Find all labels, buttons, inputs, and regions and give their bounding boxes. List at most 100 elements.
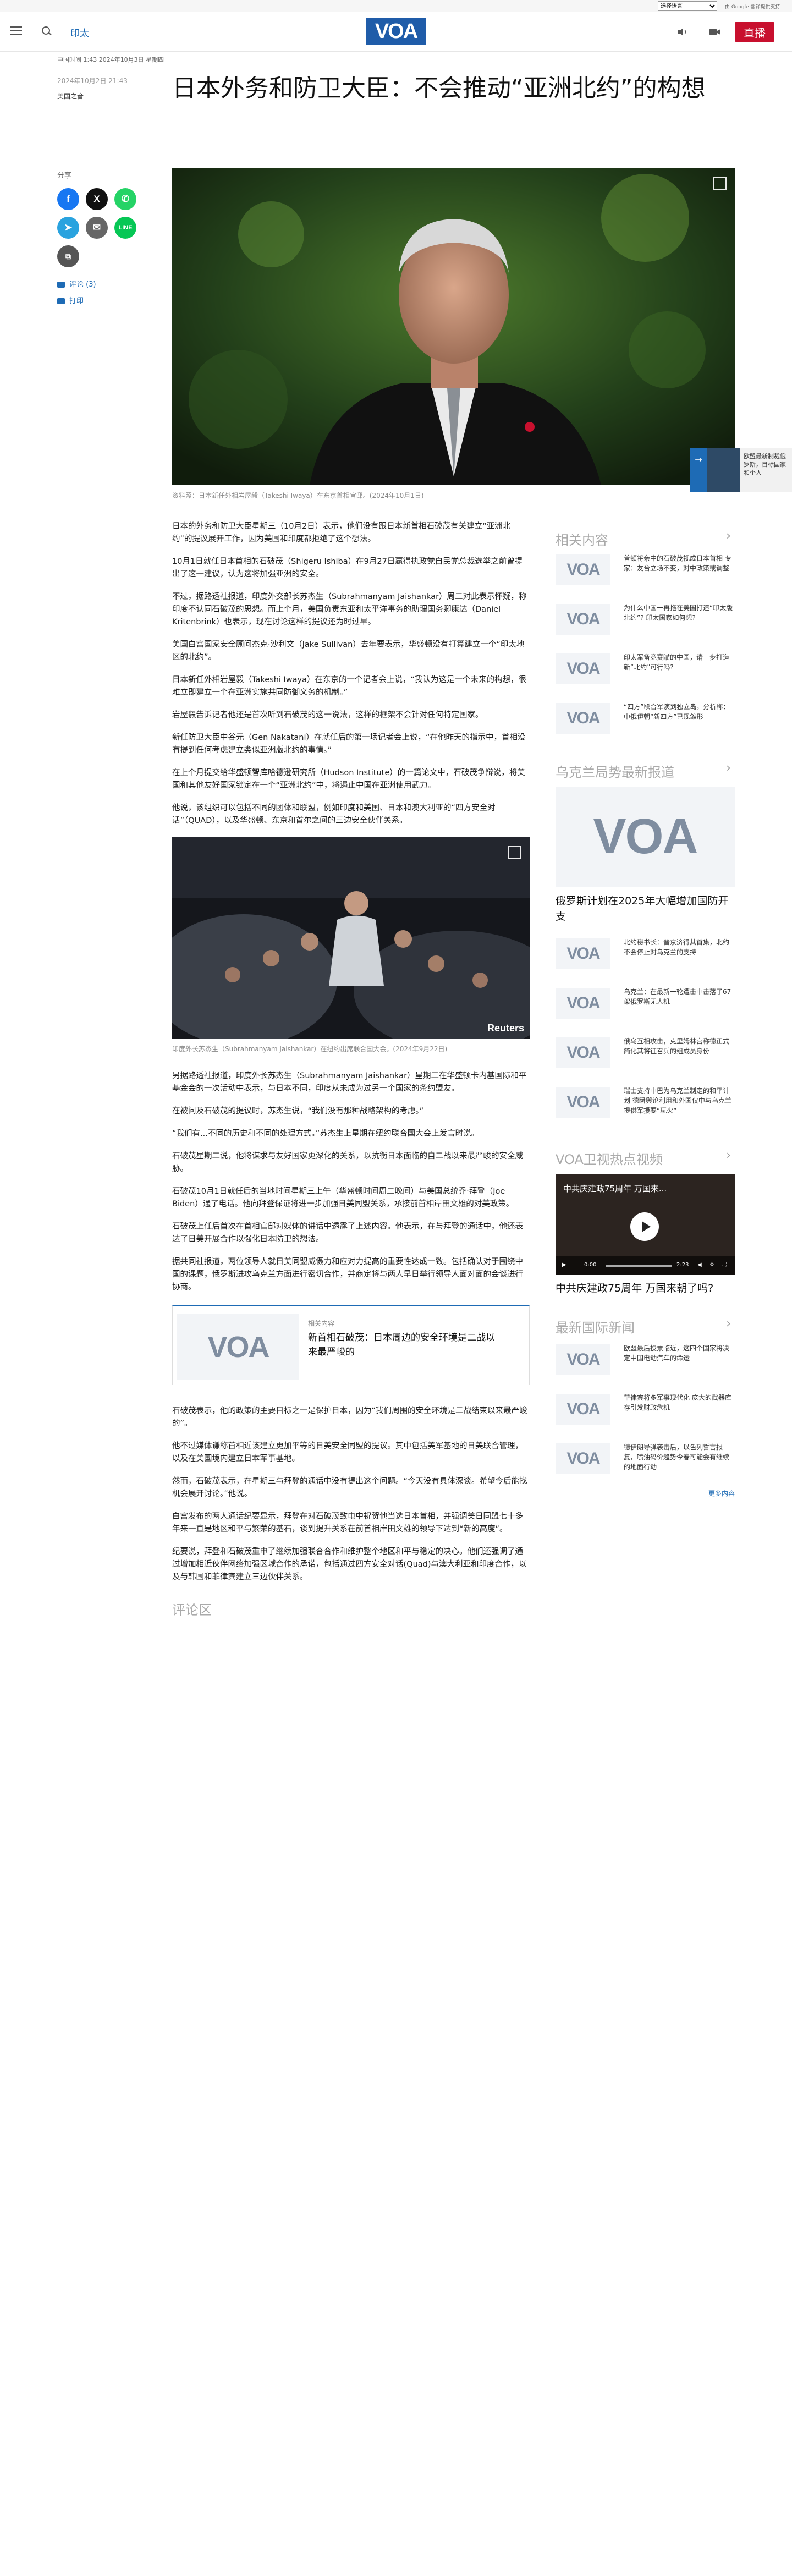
related-title[interactable]: 新首相石破茂：日本周边的安全环境是二战以来最严峻的 — [308, 1331, 501, 1359]
settings-icon[interactable]: ⚙ — [710, 1262, 714, 1268]
article-paragraph: 据共同社报道，两位领导人就日美同盟威慑力和应对力提高的重要性达成一致。包括确认对… — [172, 1257, 523, 1292]
line-icon[interactable]: LINE — [114, 217, 136, 239]
related-item[interactable]: VOA 普顿将亲中的石破茂视成日本首相 专家：友台立场不变，对中政策或调整 — [556, 551, 735, 592]
live-button[interactable]: 直播 — [735, 22, 774, 42]
more-link[interactable]: 更多内容 — [682, 1489, 735, 1498]
video-progress[interactable] — [606, 1265, 672, 1267]
ukraine-item-title: 俄乌互相攻击，克里姆林宫称德正式简化其将征召兵的组成员身份 — [624, 1037, 730, 1055]
pause-icon[interactable]: ▶ — [562, 1262, 566, 1268]
search-icon[interactable] — [42, 26, 52, 36]
intl-item[interactable]: VOA 德伊朗导弹袭击后，以色列誓言报复，喷油码价趋势今春可能会有继续的地面行动 — [556, 1440, 735, 1481]
intl-item[interactable]: VOA 欧盟最后投票临近，这四个国家将决定中国电动汽车的命运 — [556, 1341, 735, 1382]
video-overlay-title: 中共庆建政75周年 万国来... — [563, 1184, 667, 1194]
menu-icon[interactable] — [10, 26, 22, 35]
lead-photo[interactable] — [172, 168, 735, 485]
intl-item-title: 欧盟最后投票临近，这四个国家将决定中国电动汽车的命运 — [624, 1344, 730, 1362]
ukraine-section-title[interactable]: 乌克兰局势最新报道 › — [556, 761, 734, 781]
intl-item-title: 德伊朗导弹袭击后，以色列誓言报复，喷油码价趋势今春可能会有继续的地面行动 — [624, 1443, 730, 1471]
widget-text: 欧盟最新制裁俄罗斯，目标国家和个人 — [740, 448, 792, 492]
email-icon[interactable]: ✉ — [86, 217, 108, 239]
comments-link[interactable]: 评论 (3) — [57, 278, 96, 289]
voa-logo[interactable]: VOA — [366, 18, 426, 45]
article-paragraph: 美国白宫国家安全顾问杰克·沙利文（Jake Sullivan）去年要表示，华盛顿… — [172, 640, 525, 662]
widget-thumbnail — [707, 448, 740, 492]
related-item[interactable]: VOA “四方”联合军演到独立岛，分析称：中俄伊朝“新四方”已现雏形 — [556, 700, 735, 740]
article-author: 美国之音 — [57, 92, 84, 100]
ukraine-item[interactable]: VOA 俄乌互相攻击，克里姆林宫称德正式简化其将征召兵的组成员身份 — [556, 1034, 735, 1075]
article-title: 日本外务和防卫大臣：不会推动“亚洲北约”的构想 — [172, 74, 706, 102]
video-camera-icon[interactable] — [710, 28, 721, 36]
telegram-icon[interactable]: ➤ — [57, 217, 79, 239]
video-time-start: 0:00 — [584, 1262, 597, 1268]
article-paragraph: 纪要说，拜登和石破茂重申了继续加强联合合作和维护整个地区和平与稳定的决心。他们还… — [172, 1547, 527, 1581]
video-caption[interactable]: 中共庆建政75周年 万国来朝了吗? — [556, 1281, 735, 1296]
article-paragraph: 石破茂上任后首次在首相官邸对媒体的讲话中透露了上述内容。他表示，在与拜登的通话中… — [172, 1222, 523, 1244]
comment-icon — [57, 282, 65, 288]
voa-thumbnail: VOA — [556, 988, 610, 1019]
intl-item[interactable]: VOA 菲律宾将多军事现代化 庞大的武器库存引发财政危机 — [556, 1391, 735, 1431]
article-paragraph: 不过，据路透社报道，印度外交部长苏杰生（Subrahmanyam Jaishan… — [172, 592, 527, 627]
ukraine-item-title: 乌克兰：在最新一轮遭击中击落了67架俄罗斯无人机 — [624, 988, 732, 1006]
google-translate-credit: 由 Google 翻译提供支持 — [725, 4, 780, 10]
voa-thumbnail: VOA — [556, 1037, 610, 1068]
related-article-card[interactable]: VOA 相关内容 新首相石破茂：日本周边的安全环境是二战以来最严峻的 — [172, 1305, 530, 1385]
share-label: 分享 — [57, 172, 72, 180]
voa-thumbnail: VOA — [556, 938, 610, 969]
related-item-title: 为什么中国一再拖在美国打造“印太版北约”? 印太国家如何想? — [624, 604, 733, 622]
article-paragraph: 日本的外务和防卫大臣星期三（10月2日）表示，他们没有跟日本新首相石破茂有关建立… — [172, 522, 511, 543]
voa-thumbnail: VOA — [556, 1344, 610, 1375]
ukraine-lead-title[interactable]: 俄罗斯计划在2025年大幅增加国防开支 — [556, 893, 735, 924]
voa-thumbnail: VOA — [556, 653, 610, 684]
translate-bar: 选择语言 由 Google 翻译提供支持 — [0, 0, 792, 12]
article-paragraph: 石破茂表示，他的政策的主要目标之一是保护日本，因为“我们周围的安全环境是二战结束… — [172, 1407, 527, 1428]
article-paragraph: 日本新任外相岩屋毅（Takeshi Iwaya）在东京的一个记者会上说，“我认为… — [172, 675, 527, 697]
expand-icon[interactable] — [508, 846, 521, 859]
article-paragraph: 白宫发布的两人通话纪要显示，拜登在对石破茂致电中祝贺他当选日本首相，并强调美日同… — [172, 1512, 523, 1534]
print-link[interactable]: 打印 — [57, 295, 84, 305]
expand-icon[interactable] — [713, 177, 727, 190]
ukraine-item[interactable]: VOA 乌克兰：在最新一轮遭击中击落了67架俄罗斯无人机 — [556, 985, 735, 1025]
article-paragraph: 他说，该组织可以包括不同的团体和联盟，例如印度和美国、日本和澳大利亚的“四方安全… — [172, 804, 496, 825]
floating-news-widget[interactable]: → 欧盟最新制裁俄罗斯，目标国家和个人 — [690, 448, 792, 492]
ukraine-item[interactable]: VOA 北约秘书长：普京济得其首集，北约不会停止对乌克兰的支持 — [556, 935, 735, 976]
related-item[interactable]: VOA 印太军备竞赛瞄的中国，请一步打造新“北约”可行吗? — [556, 650, 735, 691]
article-paragraph: 石破茂10月1日就任后的当地时间星期三上午（华盛顿时间周二晚间）与美国总统乔·拜… — [172, 1187, 514, 1209]
arrow-right-icon[interactable]: → — [690, 448, 707, 492]
video-player[interactable]: 中共庆建政75周年 万国来... ▶ 0:00 2:23 ◀ ⚙ ⛶ — [556, 1174, 735, 1275]
volume-icon[interactable]: ◀ — [697, 1262, 702, 1268]
related-item-title: 普顿将亲中的石破茂视成日本首相 专家：友台立场不变，对中政策或调整 — [624, 554, 732, 572]
print-icon — [57, 298, 65, 304]
voa-thumbnail: VOA — [556, 1394, 610, 1425]
related-item-title: 印太军备竞赛瞄的中国，请一步打造新“北约”可行吗? — [624, 653, 730, 671]
voa-thumbnail: VOA — [556, 1087, 610, 1118]
speaker-icon[interactable] — [678, 28, 689, 36]
video-section-title[interactable]: VOA卫视热点视频 › — [556, 1149, 734, 1168]
facebook-icon[interactable]: f — [57, 188, 79, 210]
whatsapp-icon[interactable]: ✆ — [114, 188, 136, 210]
article-paragraph: 石破茂星期二说，他将谋求与友好国家更深化的关系，以抗衡日本面临的自二战以来最严峻… — [172, 1152, 523, 1173]
ukraine-item[interactable]: VOA 瑞士支持中巴为乌克兰制定的和平计划 德瞬舆论利用和外国仅中与乌克兰提供军援… — [556, 1084, 735, 1124]
article-paragraph: 在被问及石破茂的提议时，苏杰生说，“我们没有那种战略架构的考虑。” — [172, 1107, 424, 1116]
article-body: 日本的外务和防卫大臣星期三（10月2日）表示，他们没有跟日本新首相石破茂有关建立… — [172, 520, 530, 1625]
fullscreen-icon[interactable]: ⛶ — [723, 1262, 727, 1268]
related-section-title[interactable]: 相关内容 › — [556, 529, 734, 548]
ukraine-lead-thumbnail[interactable]: VOA — [556, 787, 735, 887]
copy-link-icon[interactable]: ⧉ — [57, 245, 79, 267]
voa-thumbnail: VOA — [556, 604, 610, 635]
inline-photo[interactable]: Reuters — [172, 837, 530, 1039]
article-paragraph: 岩屋毅告诉记者他还是首次听到石破茂的这一说法，这样的框架不会针对任何特定国家。 — [172, 711, 483, 719]
x-twitter-icon[interactable]: X — [86, 188, 108, 210]
photo-credit: Reuters — [487, 1023, 524, 1034]
voa-thumbnail: VOA — [556, 1443, 610, 1474]
inline-photo-caption: 印度外长苏杰生（Subrahmanyam Jaishankar）在纽约出席联合国… — [172, 1045, 448, 1053]
comments-heading: 评论区 — [172, 1599, 530, 1625]
language-select[interactable]: 选择语言 — [658, 1, 717, 11]
intl-section-title[interactable]: 最新国际新闻 › — [556, 1317, 734, 1336]
article-paragraph: 新任防卫大臣中谷元（Gen Nakatani）在就任后的第一场记者会上说，“在他… — [172, 733, 526, 755]
related-item[interactable]: VOA 为什么中国一再拖在美国打造“印太版北约”? 印太国家如何想? — [556, 601, 735, 641]
play-icon[interactable] — [630, 1212, 659, 1241]
site-header: 印太 VOA 直播 — [0, 12, 792, 52]
voa-thumbnail: VOA — [556, 554, 610, 585]
section-link[interactable]: 印太 — [70, 25, 89, 39]
dateline: 中国时间 1:43 2024年10月3日 星期四 — [57, 56, 164, 63]
